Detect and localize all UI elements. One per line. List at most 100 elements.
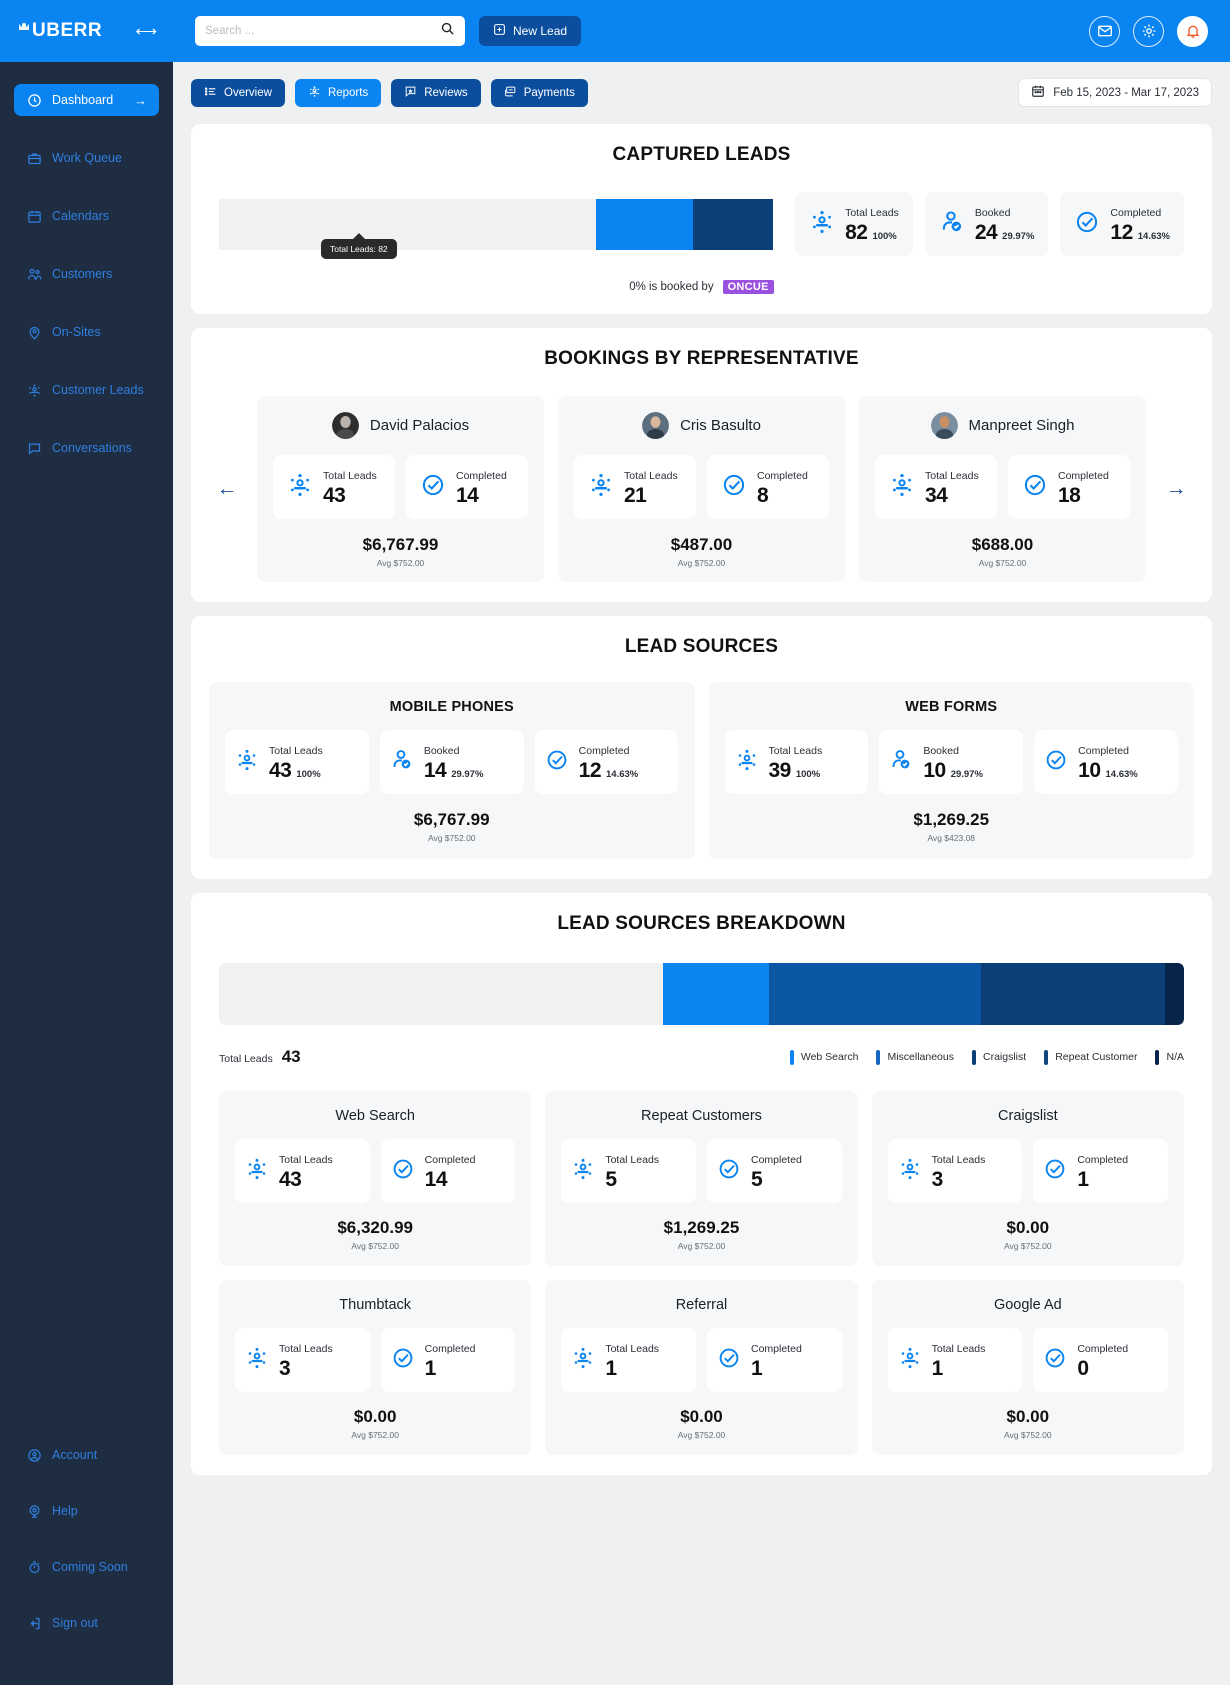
legend-item-craigslist[interactable]: Craigslist [972,1049,1026,1065]
brand-logo[interactable]: UBERR [16,20,102,42]
sidebar-item-on-sites[interactable]: On-Sites [14,316,159,348]
stat-value: 12 [1110,221,1133,244]
bar-segment-booked [595,198,693,250]
main-area: New Lead Overview Reports [173,0,1230,1685]
stat-pct: 29.97% [1002,231,1035,242]
content: Overview Reports Reviews Payments Feb 15… [173,62,1230,1685]
stat-total-leads: Total Leads 43 [273,455,395,519]
collapse-sidebar-icon[interactable]: ⟷ [135,22,157,40]
stat-label: Completed [1077,1343,1129,1355]
stat-value: 43 [269,759,292,782]
bar-segment-miscellaneous [769,963,982,1025]
stat-label: Total Leads [269,745,323,757]
legend-label: N/A [1166,1051,1184,1063]
stat-total-leads: Total Leads 21 [574,455,696,519]
leads-icon [287,472,313,503]
panel-amount: $6,767.99 [413,810,490,829]
sidebar-item-sign-out[interactable]: Sign out [14,1607,159,1639]
sidebar-item-label: Conversations [52,441,132,455]
stat-completed: Completed 1 [380,1328,516,1392]
stat-pct: 29.97% [950,769,983,780]
rep-amount: $487.00 [670,535,733,554]
tab-reports[interactable]: Reports [294,78,382,107]
stat-label: Total Leads [279,1154,333,1166]
tab-overview[interactable]: Overview [191,78,285,107]
stat-value: 1 [931,1357,944,1380]
sidebar-item-help[interactable]: Help [14,1495,159,1527]
stat-value: 43 [279,1168,302,1191]
leads-icon [245,1346,269,1375]
brand-header: UBERR ⟷ [0,0,173,62]
sidebar-nav: Dashboard → Work Queue Calendars Custome… [0,62,173,1439]
date-range-picker[interactable]: Feb 15, 2023 - Mar 17, 2023 [1018,78,1212,107]
rep-average: Avg $752.00 [978,558,1027,568]
stat-value: 39 [768,759,792,782]
tab-label: Reviews [424,86,468,99]
breakdown-bar[interactable] [219,963,1184,1025]
check-circle-icon [1043,1346,1067,1375]
breakdown-card-thumbtack: Thumbtack Total Leads 3 Completed 1 $0.0… [219,1280,532,1455]
sidebar-item-coming-soon[interactable]: Coming Soon [14,1551,159,1583]
check-circle-icon [1043,1157,1067,1186]
bar-segment-repeat-customer [1116,963,1165,1025]
booked-by-text: 0% is booked by [629,281,714,293]
sidebar-item-customer-leads[interactable]: Customer Leads [14,374,159,406]
captured-leads-bar[interactable]: Total Leads: 82 [219,198,774,259]
sidebar-item-customers[interactable]: Customers [14,258,159,290]
tab-payments[interactable]: Payments [490,78,588,107]
stat-label: Total Leads [279,1343,333,1355]
rep-amount: $6,767.99 [362,535,439,554]
rep-card: Cris Basulto Total Leads 21 Completed 8 [558,396,845,582]
breakdown-average: Avg $752.00 [1004,1430,1052,1440]
payments-icon [504,85,517,101]
rep-average: Avg $752.00 [677,558,726,568]
legend-item-miscellaneous[interactable]: Miscellaneous [876,1049,954,1065]
leads-icon [809,209,835,240]
panel-amount: $1,269.25 [913,810,990,829]
avatar [331,412,359,439]
mail-icon[interactable] [1089,15,1120,47]
brand-name: UBERR [32,20,103,41]
leads-icon [571,1157,595,1186]
stat-value: 1 [424,1357,437,1380]
stat-label: Booked [423,745,460,757]
sidebar-item-conversations[interactable]: Conversations [14,432,159,464]
stat-label: Completed [1110,207,1162,219]
sidebar-item-dashboard[interactable]: Dashboard → [14,84,159,116]
stopwatch-icon [26,1559,42,1575]
sidebar-item-work-queue[interactable]: Work Queue [14,142,159,174]
lead-source-panel-web-forms: WEB FORMS Total Leads 39 100% Booked 10 29.9… [708,682,1194,859]
sidebar-item-calendars[interactable]: Calendars [14,200,159,232]
legend-item-web-search[interactable]: Web Search [789,1049,858,1065]
sidebar-item-label: Dashboard [52,93,114,107]
new-lead-button[interactable]: New Lead [479,16,582,46]
sidebar-item-label: Customer Leads [52,383,144,397]
reps-prev-button[interactable]: ← [209,477,245,501]
reps-next-button[interactable]: → [1158,477,1194,501]
stat-value: 34 [925,484,948,507]
legend-item-repeat-customer[interactable]: Repeat Customer [1044,1049,1137,1065]
stat-completed: Completed 14 [380,1139,516,1203]
sidebar-item-account[interactable]: Account [14,1439,159,1471]
stat-label: Completed [456,470,507,482]
rep-card: Manpreet Singh Total Leads 34 Completed 18 [859,396,1146,582]
search-box[interactable] [195,16,465,46]
leads-icon [245,1157,269,1186]
new-lead-label: New Lead [513,24,568,38]
plus-square-icon [493,23,506,39]
search-icon[interactable] [440,21,455,41]
bar-segment-web-search [662,963,770,1025]
tab-reviews[interactable]: Reviews [391,78,481,107]
stat-total-leads: Total Leads 3 [235,1328,370,1392]
breakdown-total: Total Leads 43 [219,1047,301,1067]
stat-pct: 100% [872,231,897,242]
bell-icon[interactable] [1177,15,1208,47]
legend-swatch [972,1049,976,1065]
check-circle-icon [1074,209,1100,240]
tab-label: Overview [224,86,272,99]
legend-item-na[interactable]: N/A [1155,1049,1184,1065]
stat-completed: Completed 14 [406,455,528,519]
search-input[interactable] [205,25,434,37]
breakdown-card-name: Google Ad [993,1297,1062,1313]
gear-icon[interactable] [1133,15,1164,47]
